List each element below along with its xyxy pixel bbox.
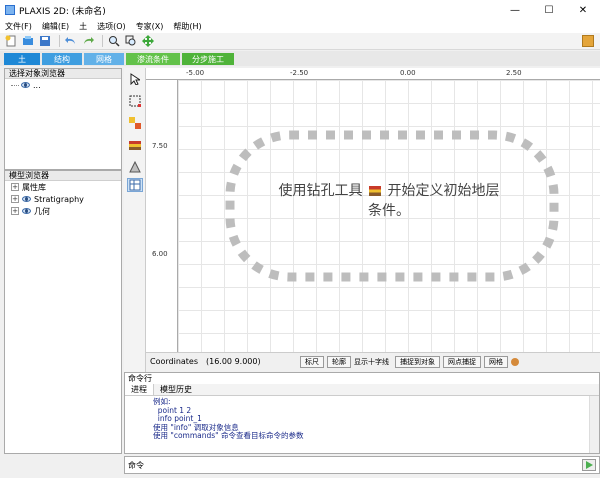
expand-icon[interactable]: + <box>11 195 19 203</box>
vertical-toolbar <box>124 68 146 372</box>
snap-to-object-button[interactable]: 捕捉到对象 <box>395 355 440 368</box>
close-button[interactable]: ✕ <box>566 0 600 20</box>
menu-help[interactable]: 帮助(H) <box>168 21 206 32</box>
rulers-toggle-button[interactable]: 标尺 <box>300 355 324 368</box>
ruler-tick-label: -2.50 <box>290 69 309 77</box>
new-project-icon[interactable] <box>4 34 18 48</box>
drawing-area[interactable]: 使用钻孔工具 开始定义初始地层 条件。 <box>178 80 600 352</box>
run-command-button[interactable] <box>582 459 596 471</box>
tree-item-geometry[interactable]: + 几何 <box>5 205 121 217</box>
command-input-label: 命令 <box>128 460 144 470</box>
app-icon <box>5 5 15 15</box>
redo-icon[interactable] <box>81 34 95 48</box>
save-icon[interactable] <box>38 34 52 48</box>
hint-text: 使用钻孔工具 <box>278 183 363 199</box>
tree-item-selection-root[interactable]: ... <box>5 79 121 91</box>
grid-settings-icon[interactable] <box>127 178 143 192</box>
tree-label: Stratigraphy <box>34 194 84 204</box>
zoom-in-icon[interactable] <box>107 34 121 48</box>
command-log: 例如: point 1 2 info point_1 使用 "info" 调取对… <box>125 396 599 441</box>
selection-explorer-title: 选择对象浏览器 <box>5 69 121 79</box>
menu-options[interactable]: 选项(O) <box>92 21 131 32</box>
command-tabs: 进程 模型历史 <box>125 384 599 396</box>
command-input-row: 命令 <box>124 456 600 474</box>
tree-item-materials[interactable]: + 属性库 <box>5 181 121 193</box>
ruler-tick-label: 0.00 <box>400 69 416 77</box>
play-icon <box>586 461 593 469</box>
menu-edit[interactable]: 编辑(E) <box>37 21 74 32</box>
canvas-hint-line-1: 使用钻孔工具 开始定义初始地层 <box>178 180 600 200</box>
borehole-icon[interactable] <box>127 138 143 152</box>
command-input[interactable] <box>150 458 577 472</box>
show-materials-icon[interactable] <box>127 116 143 130</box>
grid-toggle-button[interactable]: 网格 <box>484 355 508 368</box>
log-line: 例如: <box>153 397 171 406</box>
eye-icon[interactable] <box>22 208 31 214</box>
expand-icon[interactable]: + <box>11 207 19 215</box>
command-panel: 命令行 进程 模型历史 例如: point 1 2 info point_1 使… <box>124 372 600 454</box>
main-toolbar <box>0 33 600 50</box>
tree-label: ... <box>33 80 41 90</box>
canvas-hint-line-2: 条件。 <box>368 203 410 219</box>
ruler-tick-label: 6.00 <box>152 250 168 258</box>
command-log-scrollbar[interactable] <box>589 396 599 453</box>
mode-tab-soil[interactable]: 土 <box>4 53 40 65</box>
ruler-tick-label: 2.50 <box>506 69 522 77</box>
tab-session[interactable]: 进程 <box>125 384 154 395</box>
coordinates-value: (16.00 9.000) <box>206 357 261 366</box>
pan-icon[interactable] <box>141 34 155 48</box>
menu-file[interactable]: 文件(F) <box>0 21 37 32</box>
ruler-tick-label: 7.50 <box>152 142 168 150</box>
minimize-button[interactable]: — <box>498 0 532 20</box>
snap-to-grid-button[interactable]: 网点捕捉 <box>443 355 481 368</box>
tree-line-icon <box>11 84 19 86</box>
title-bar: PLAXIS 2D: (未命名) — ☐ ✕ <box>0 0 600 20</box>
tunnel-icon[interactable] <box>127 160 143 174</box>
move-soil-icon[interactable] <box>127 94 143 108</box>
settings-icon[interactable] <box>511 357 519 366</box>
mode-tab-flow-conditions[interactable]: 渗流条件 <box>126 53 180 65</box>
menu-bar: 文件(F) 编辑(E) 土 选项(O) 专家(X) 帮助(H) <box>0 20 600 33</box>
mode-tab-staged-construction[interactable]: 分步施工 <box>182 53 234 65</box>
select-arrow-icon[interactable] <box>127 72 143 86</box>
toolbar-separator <box>102 35 103 47</box>
expand-icon[interactable]: + <box>11 183 19 191</box>
open-project-icon[interactable] <box>21 34 35 48</box>
vertical-ruler: 7.50 6.00 <box>146 80 178 352</box>
model-explorer: 模型浏览器 + 属性库 + Stratigraphy + 几何 <box>4 170 122 454</box>
plaxis-logo-icon <box>582 35 594 47</box>
model-explorer-title: 模型浏览器 <box>5 171 121 181</box>
horizontal-ruler: -5.00 -2.50 0.00 2.50 <box>146 68 600 80</box>
borehole-icon <box>369 186 381 196</box>
tree-label: 几何 <box>34 206 50 216</box>
window-title: PLAXIS 2D: (未命名) <box>19 6 106 17</box>
eye-icon[interactable] <box>21 82 30 88</box>
mode-tab-structures[interactable]: 结构 <box>42 53 82 65</box>
hint-text: 开始定义初始地层 <box>387 183 500 199</box>
command-panel-title: 命令行 <box>128 374 152 383</box>
selection-explorer: 选择对象浏览器 ... <box>4 68 122 170</box>
ruler-tick-label: -5.00 <box>186 69 205 77</box>
mode-bar: 土 结构 网格 渗流条件 分步施工 <box>0 51 600 66</box>
menu-soil[interactable]: 土 <box>74 21 92 32</box>
contour-toggle-button[interactable]: 轮廓 <box>327 355 351 368</box>
tree-item-stratigraphy[interactable]: + Stratigraphy <box>5 193 121 205</box>
zoom-window-icon[interactable] <box>124 34 138 48</box>
eye-icon[interactable] <box>22 196 31 202</box>
menu-expert[interactable]: 专家(X) <box>131 21 169 32</box>
tree-label: 属性库 <box>22 182 46 192</box>
log-line: 使用 "commands" 命令查看目标命令的参数 <box>153 431 304 440</box>
coordinates-label: Coordinates <box>150 357 199 366</box>
mode-tab-mesh[interactable]: 网格 <box>84 53 124 65</box>
toolbar-separator <box>59 35 60 47</box>
crosshair-toggle-label[interactable]: 显示十字线 <box>354 357 389 367</box>
tab-model-history[interactable]: 模型历史 <box>154 384 198 395</box>
status-bar: Coordinates (16.00 9.000) 标尺 轮廓 显示十字线 捕捉… <box>146 352 600 370</box>
undo-icon[interactable] <box>64 34 78 48</box>
maximize-button[interactable]: ☐ <box>532 0 566 20</box>
